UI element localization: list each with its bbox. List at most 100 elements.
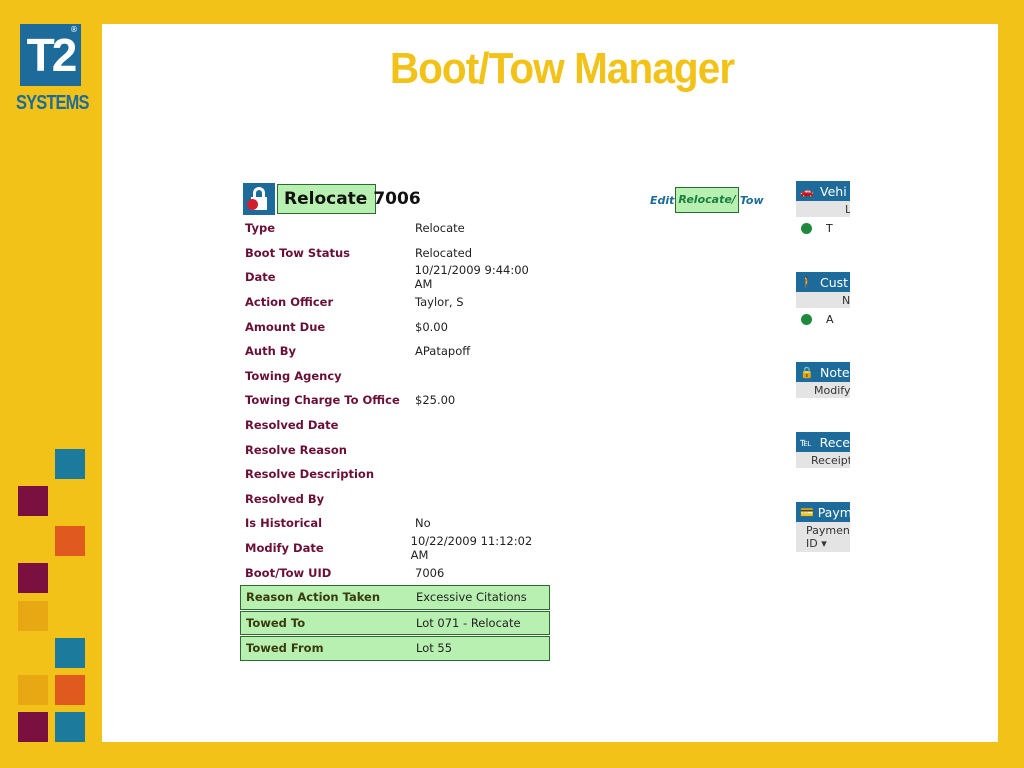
notes-panel-title: Note [820, 364, 850, 380]
car-icon: 🚗 [800, 184, 814, 198]
field-label: Towing Agency [245, 368, 342, 383]
field-value: $0.00 [415, 319, 448, 334]
field-value: APatapoff [415, 344, 471, 359]
record-header: Relocate 7006 [243, 183, 421, 215]
decor-square [55, 638, 85, 668]
vehicles-panel-row[interactable]: T [796, 217, 850, 239]
field-value: 10/22/2009 11:12:02 AM [410, 534, 533, 563]
record-type-highlight: Relocate [277, 184, 377, 214]
edit-link-suffix: Tow [739, 193, 764, 207]
person-icon: 🚶 [800, 275, 814, 289]
field-value: Lot 071 - Relocate [416, 615, 521, 630]
status-dot-icon [801, 222, 812, 234]
field-label: Auth By [245, 344, 297, 359]
field-label: Amount Due [245, 319, 326, 334]
edit-relocate-tow-link[interactable]: Edit Relocate/ Tow [650, 187, 764, 213]
field-value: Excessive Citations [416, 590, 527, 605]
field-value: Taylor, S [415, 295, 464, 310]
notes-panel: 🔒 Note Modify [796, 362, 850, 398]
notes-panel-header[interactable]: 🔒 Note [796, 362, 850, 382]
logo-registered-mark: ® [70, 25, 78, 34]
edit-link-highlight: Relocate/ [675, 187, 739, 213]
vehicles-panel-column-header: L [796, 201, 850, 217]
payments-panel-header[interactable]: 💳 Paym [796, 502, 850, 522]
field-label: Action Officer [245, 295, 334, 310]
slide-content: Boot/Tow Manager [102, 24, 998, 742]
field-value: No [415, 516, 431, 531]
field-value: 7006 [415, 565, 445, 580]
field-row-resolved-date: Resolved Date [240, 413, 550, 438]
field-row-reason-action-taken: Reason Action Taken Excessive Citations [240, 584, 550, 610]
field-label: Boot Tow Status [245, 245, 350, 260]
vehicles-panel: 🚗 Vehi L T [796, 181, 850, 239]
vehicles-panel-title: Vehi [820, 183, 847, 199]
customers-panel-row[interactable]: A [796, 308, 850, 330]
field-row-resolve-description: Resolve Description [240, 462, 550, 487]
customers-panel-title: Cust [820, 274, 849, 290]
field-label: Is Historical [245, 516, 323, 531]
wallet-icon: 💳 [800, 505, 814, 519]
decor-square [18, 675, 48, 705]
field-row-modify-date: Modify Date 10/22/2009 11:12:02 AM [240, 534, 550, 563]
field-label: Resolved Date [245, 418, 339, 433]
status-dot-icon [801, 313, 812, 325]
slide-title: Boot/Tow Manager [389, 44, 735, 93]
decor-square [55, 526, 85, 556]
field-row-is-historical: Is Historical No [240, 511, 550, 536]
field-row-action-officer: Action Officer Taylor, S [240, 290, 550, 315]
field-row-towing-agency: Towing Agency [240, 364, 550, 389]
field-label: Date [245, 270, 276, 285]
field-value: Relocate [415, 221, 465, 236]
decor-square [55, 712, 85, 742]
payments-panel: 💳 Paym Paymen ID ▾ [796, 502, 850, 552]
decor-square [18, 601, 48, 631]
field-row-uid: Boot/Tow UID 7006 [240, 560, 550, 585]
row-value: A [826, 312, 834, 326]
record-fields: Type Relocate Boot Tow Status Relocated Da… [240, 216, 550, 662]
field-row-resolved-by: Resolved By [240, 487, 550, 512]
field-row-towed-from: Towed From Lot 55 [240, 636, 550, 661]
field-label: Towed To [246, 615, 306, 630]
edit-link-prefix: Edit [650, 193, 675, 207]
customers-panel-column-header: N [796, 292, 850, 308]
field-row-status: Boot Tow Status Relocated [240, 241, 550, 266]
field-row-towed-to: Towed To Lot 071 - Relocate [240, 610, 550, 636]
notes-panel-column-header: Modify [796, 382, 850, 398]
boot-lock-icon [243, 183, 275, 215]
field-label: Reason Action Taken [246, 590, 381, 605]
vehicles-panel-header[interactable]: 🚗 Vehi [796, 181, 850, 201]
field-row-type: Type Relocate [240, 216, 550, 241]
field-value: Relocated [415, 245, 473, 260]
logo-wordmark: SYSTEMS [16, 92, 89, 114]
lock-icon: 🔒 [800, 365, 814, 379]
column-header-label: Receipt [811, 453, 850, 467]
customers-panel: 🚶 Cust N A [796, 272, 850, 330]
field-value: Lot 55 [416, 641, 453, 656]
field-label: Resolved By [245, 491, 325, 506]
decor-square [18, 712, 48, 742]
field-label: Towing Charge To Office [245, 393, 400, 408]
field-row-resolve-reason: Resolve Reason [240, 437, 550, 462]
decor-square [18, 486, 48, 516]
column-header-label: Paymen [806, 524, 850, 537]
decor-square [55, 449, 85, 479]
field-row-date: Date 10/21/2009 9:44:00 AM [240, 263, 550, 291]
field-label: Modify Date [245, 541, 324, 556]
field-row-amount-due: Amount Due $0.00 [240, 314, 550, 339]
t2-systems-logo: T2 ® SYSTEMS [16, 24, 89, 120]
field-label: Boot/Tow UID [245, 565, 332, 580]
field-label: Resolve Description [245, 467, 375, 482]
receipt-icon: ℡ [800, 435, 812, 449]
column-header-label: L [845, 202, 850, 216]
receipts-panel-header[interactable]: ℡ Rece [796, 432, 850, 452]
column-header-sort[interactable]: ID ▾ [806, 537, 827, 550]
column-header-label: N [842, 293, 850, 307]
payments-panel-title: Paym [817, 504, 850, 520]
receipts-panel: ℡ Rece Receipt [796, 432, 850, 468]
record-number: 7006 [373, 189, 421, 209]
field-label: Towed From [246, 641, 324, 656]
field-row-auth-by: Auth By APatapoff [240, 339, 550, 364]
receipts-panel-title: Rece [819, 434, 850, 450]
column-header-label: Modify [814, 383, 850, 397]
customers-panel-header[interactable]: 🚶 Cust [796, 272, 850, 292]
